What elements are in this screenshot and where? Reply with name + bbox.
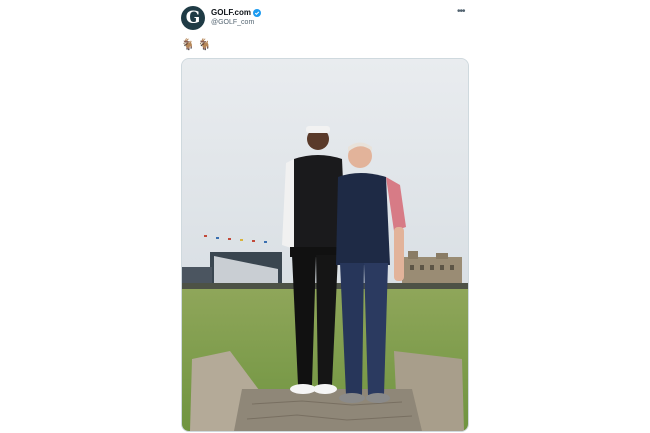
tweet: G GOLF.com @GOLF_com ••• 🐐 🐐 <box>181 0 471 433</box>
handle[interactable]: @GOLF_com <box>211 19 254 26</box>
photo-illustration <box>182 59 468 431</box>
goat-emoji: 🐐 <box>197 38 212 51</box>
goat-emoji: 🐐 <box>181 38 195 51</box>
display-name[interactable]: GOLF.com <box>211 8 262 17</box>
profile-avatar[interactable]: G <box>181 6 205 30</box>
tweet-photo[interactable] <box>181 58 469 432</box>
verified-badge-icon <box>253 8 262 17</box>
more-options-icon[interactable]: ••• <box>457 6 465 17</box>
display-name-text[interactable]: GOLF.com <box>211 8 251 17</box>
tweet-text: 🐐 🐐 <box>181 38 211 52</box>
